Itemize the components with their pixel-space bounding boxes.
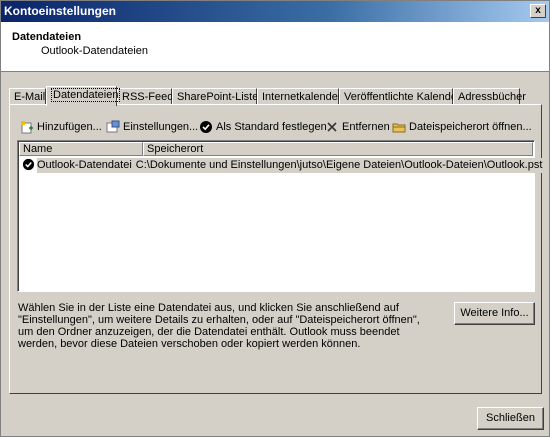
page-title: Datendateien	[12, 31, 82, 43]
tab-published-calendars[interactable]: Veröffentlichte Kalender	[339, 88, 461, 105]
open-location-button[interactable]: Dateispeicherort öffnen...	[392, 117, 532, 137]
close-button[interactable]: Schließen	[477, 407, 544, 430]
column-header-location[interactable]: Speicherort	[143, 142, 533, 156]
data-files-panel: Hinzufügen... Einstellungen... Als Stand…	[9, 104, 543, 394]
remove-button[interactable]: Entfernen	[325, 117, 390, 137]
more-info-button[interactable]: Weitere Info...	[454, 302, 535, 325]
column-header-name[interactable]: Name	[19, 142, 143, 156]
delete-x-icon	[325, 120, 339, 134]
checkmark-icon	[199, 120, 213, 134]
tab-address-books[interactable]: Adressbücher	[453, 88, 526, 105]
tab-data-files[interactable]: Datendateien	[46, 86, 121, 106]
tab-sharepoint-lists[interactable]: SharePoint-Listen	[172, 88, 264, 105]
folder-icon	[392, 120, 406, 134]
row-location: C:\Dokumente und Einstellungen\jutso\Eig…	[131, 158, 543, 173]
description-text: Wählen Sie in der Liste eine Datendatei …	[18, 302, 420, 350]
data-files-list[interactable]: Name Speicherort Outlook-Datendatei C:\D…	[17, 140, 543, 292]
page-subtitle: Outlook-Datendateien	[41, 45, 149, 57]
row-name: Outlook-Datendatei	[37, 158, 132, 173]
list-header: Name Speicherort	[19, 142, 533, 156]
settings-icon	[106, 120, 120, 134]
close-icon[interactable]: x	[530, 4, 546, 18]
window-title: Kontoeinstellungen	[4, 4, 116, 18]
add-file-icon	[20, 120, 34, 134]
add-button[interactable]: Hinzufügen...	[20, 117, 102, 137]
default-checkmark-icon	[22, 158, 35, 174]
tab-internet-calendars[interactable]: Internetkalender	[257, 88, 342, 105]
set-default-button[interactable]: Als Standard festlegen	[199, 117, 327, 137]
account-settings-window: Kontoeinstellungen x Datendateien Outloo…	[0, 0, 550, 437]
page-header: Datendateien Outlook-Datendateien	[1, 22, 549, 72]
settings-button[interactable]: Einstellungen...	[106, 117, 198, 137]
tab-rss-feeds[interactable]: RSS-Feeds	[117, 88, 179, 105]
tab-email[interactable]: E-Mail	[9, 88, 46, 105]
title-bar[interactable]: Kontoeinstellungen x	[1, 1, 549, 22]
table-row[interactable]: Outlook-Datendatei C:\Dokumente und Eins…	[20, 158, 543, 174]
